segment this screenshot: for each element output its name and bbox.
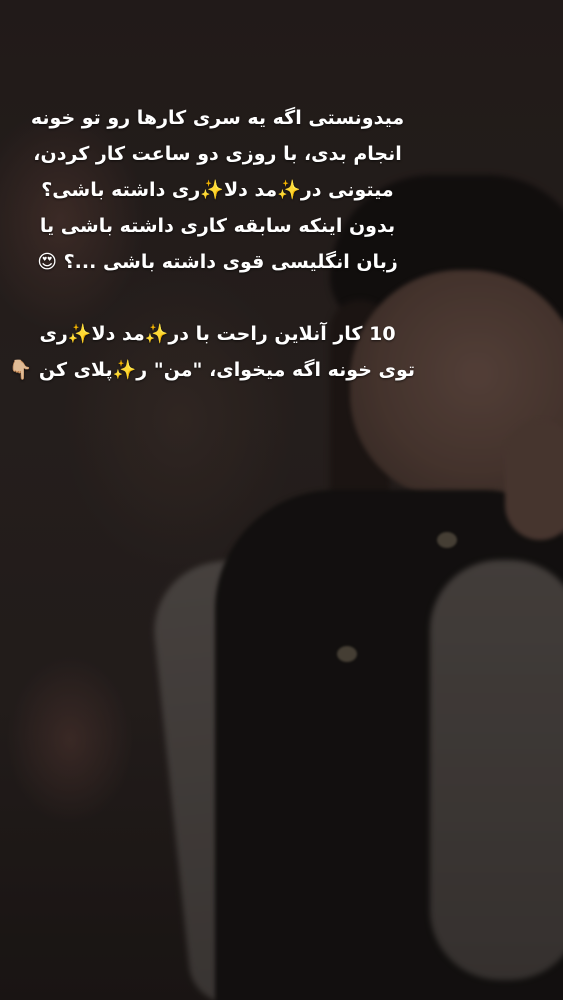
story-caption: میدونستی اگه یه سری کارها رو تو خونه انج… (8, 100, 415, 388)
caption-line: میتونی در✨مد دلا✨ری داشته باشی؟ (41, 179, 394, 201)
caption-line: 10 کار آنلاین راحت با در✨مد دلا✨ری (39, 323, 396, 345)
caption-line: توی خونه اگه میخوای، "من" ر✨پلای کن 👇🏼 (8, 359, 415, 381)
caption-line: میدونستی اگه یه سری کارها رو تو خونه (30, 107, 405, 129)
caption-line: زبان انگلیسی قوی داشته باشی ...؟ 😍 (37, 251, 398, 273)
caption-line: انجام بدی، با روزی دو ساعت کار کردن، (33, 143, 402, 165)
story-frame: میدونستی اگه یه سری کارها رو تو خونه انج… (0, 0, 563, 1000)
caption-line: بدون اینکه سابقه کاری داشته باشی یا (39, 215, 396, 237)
